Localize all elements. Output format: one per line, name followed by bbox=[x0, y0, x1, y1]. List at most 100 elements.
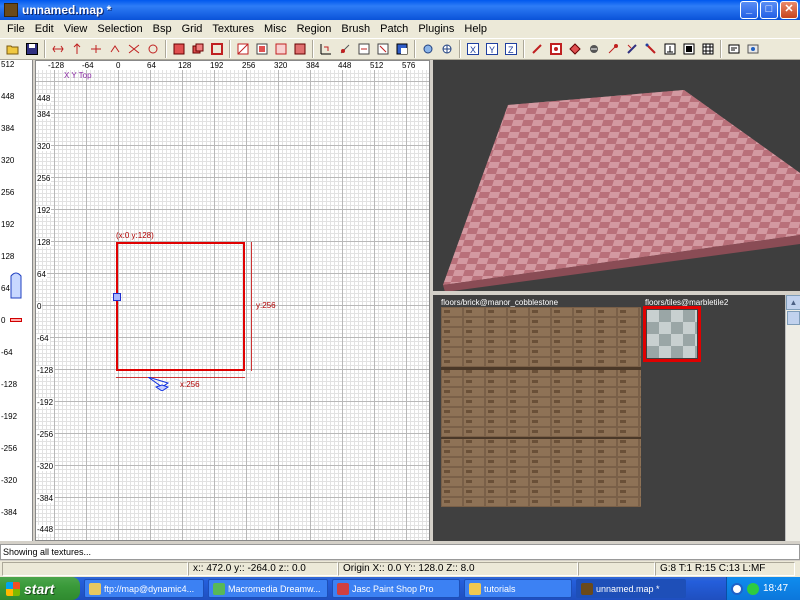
menu-grid[interactable]: Grid bbox=[177, 23, 208, 35]
title-bar[interactable]: unnamed.map * _ □ ✕ bbox=[0, 0, 800, 20]
drag-edges-icon[interactable] bbox=[642, 40, 660, 58]
brush-width-dimension-line bbox=[116, 377, 245, 378]
view-label: X Y Top bbox=[64, 71, 92, 80]
csg-subtract-icon[interactable] bbox=[170, 40, 188, 58]
menu-textures[interactable]: Textures bbox=[207, 23, 259, 35]
cap-patch-icon[interactable] bbox=[604, 40, 622, 58]
grid-tick: 0 bbox=[36, 302, 43, 311]
menu-view[interactable]: View bbox=[59, 23, 93, 35]
console-info-line: Showing all textures... bbox=[0, 544, 800, 560]
menu-patch[interactable]: Patch bbox=[375, 23, 413, 35]
ruler-tick: -256 bbox=[1, 444, 18, 453]
grid-tick: 192 bbox=[36, 206, 52, 215]
clock[interactable]: 18:47 bbox=[763, 583, 788, 594]
ruler-tick: 448 bbox=[338, 61, 352, 70]
grid-tick: -448 bbox=[36, 525, 55, 534]
save-icon[interactable] bbox=[23, 40, 41, 58]
select-touching-tall-icon[interactable] bbox=[547, 40, 565, 58]
open-icon[interactable] bbox=[4, 40, 22, 58]
csg-merge-icon[interactable] bbox=[189, 40, 207, 58]
menu-help[interactable]: Help bbox=[459, 23, 492, 35]
close-button[interactable]: ✕ bbox=[780, 1, 798, 19]
toolbar-separator bbox=[720, 40, 722, 58]
xy-top-view[interactable]: -128 -64 0 64 128 192 256 320 384 448 51… bbox=[35, 60, 430, 541]
taskbar-button-tutorials[interactable]: tutorials bbox=[464, 579, 572, 598]
rotate-z-icon[interactable] bbox=[144, 40, 162, 58]
camera-3d-view[interactable] bbox=[433, 60, 800, 291]
scale-texture-icon[interactable] bbox=[374, 40, 392, 58]
select-complete-tall-icon[interactable] bbox=[528, 40, 546, 58]
menu-selection[interactable]: Selection bbox=[92, 23, 147, 35]
minimize-button[interactable]: _ bbox=[740, 1, 758, 19]
view-y-button[interactable]: Y bbox=[483, 40, 501, 58]
flip-z-icon[interactable] bbox=[125, 40, 143, 58]
toggle-view-icon[interactable] bbox=[393, 40, 411, 58]
drag-vertices-icon[interactable] bbox=[661, 40, 679, 58]
menu-misc[interactable]: Misc bbox=[259, 23, 292, 35]
grid-tick: 384 bbox=[36, 110, 52, 119]
start-button[interactable]: start bbox=[0, 577, 80, 600]
toolbar-separator bbox=[459, 40, 461, 58]
hollow-icon[interactable] bbox=[208, 40, 226, 58]
rotate-x-icon[interactable] bbox=[68, 40, 86, 58]
toolbar-separator bbox=[165, 40, 167, 58]
texture-thumb-marbletile[interactable] bbox=[643, 306, 701, 362]
brush-grid-icon[interactable] bbox=[272, 40, 290, 58]
clip-tool-icon[interactable] bbox=[623, 40, 641, 58]
select-touching-icon[interactable] bbox=[291, 40, 309, 58]
app-icon[interactable] bbox=[4, 3, 18, 17]
scroll-thumb[interactable] bbox=[787, 311, 800, 325]
rotate-y-icon[interactable] bbox=[106, 40, 124, 58]
taskbar-button-dreamweaver[interactable]: Macromedia Dreamw... bbox=[208, 579, 328, 598]
menu-file[interactable]: File bbox=[2, 23, 30, 35]
show-entities-icon[interactable] bbox=[725, 40, 743, 58]
select-partial-tall-icon[interactable] bbox=[566, 40, 584, 58]
z-view-ruler[interactable]: 512 448 384 320 256 192 128 64 0 -64 -12… bbox=[0, 60, 33, 541]
taskbar-button-ftp[interactable]: ftp://map@dynamic4... bbox=[84, 579, 204, 598]
view-x-button[interactable]: X bbox=[464, 40, 482, 58]
camera-icon[interactable] bbox=[148, 377, 170, 391]
window-title: unnamed.map * bbox=[22, 3, 112, 17]
menu-bsp[interactable]: Bsp bbox=[148, 23, 177, 35]
scroll-up-arrow-icon[interactable]: ▲ bbox=[786, 295, 800, 310]
menu-plugins[interactable]: Plugins bbox=[413, 23, 459, 35]
change-views-icon[interactable] bbox=[317, 40, 335, 58]
status-grid-info: G:8 T:1 R:15 C:13 L:MF bbox=[655, 562, 795, 576]
grid-tick: -320 bbox=[36, 462, 55, 471]
entity-origin-marker[interactable] bbox=[113, 293, 121, 301]
plugin-icon[interactable] bbox=[744, 40, 762, 58]
flip-x-icon[interactable] bbox=[49, 40, 67, 58]
texture-thumb-cobblestone[interactable] bbox=[441, 307, 641, 507]
menu-region[interactable]: Region bbox=[292, 23, 337, 35]
toolbar-separator bbox=[523, 40, 525, 58]
taskbar-button-label: Macromedia Dreamw... bbox=[228, 583, 321, 594]
selected-brush[interactable] bbox=[116, 242, 245, 371]
menu-edit[interactable]: Edit bbox=[30, 23, 59, 35]
clipper-icon[interactable] bbox=[234, 40, 252, 58]
ruler-tick: 0 bbox=[116, 61, 121, 70]
view-z-button[interactable]: Z bbox=[502, 40, 520, 58]
tray-app-icon[interactable] bbox=[747, 582, 759, 595]
texture-browser[interactable]: floors/brick@manor_cobblestone floors/ti… bbox=[433, 295, 785, 541]
ruler-tick: 128 bbox=[1, 252, 15, 261]
patch-wireframe-icon[interactable] bbox=[699, 40, 717, 58]
window-controls: _ □ ✕ bbox=[740, 1, 798, 19]
flip-y-icon[interactable] bbox=[87, 40, 105, 58]
camera-move-icon[interactable] bbox=[438, 40, 456, 58]
ruler-tick: 512 bbox=[1, 60, 15, 69]
shift-texture-icon[interactable] bbox=[355, 40, 373, 58]
texture-browser-scrollbar[interactable]: ▲ bbox=[785, 295, 800, 541]
texture-lock-icon[interactable] bbox=[336, 40, 354, 58]
menu-brush[interactable]: Brush bbox=[336, 23, 375, 35]
network-icon[interactable] bbox=[731, 582, 743, 595]
camera-rotate-icon[interactable] bbox=[419, 40, 437, 58]
toolbar-separator bbox=[229, 40, 231, 58]
select-inside-icon[interactable] bbox=[585, 40, 603, 58]
patch-inspector-icon[interactable] bbox=[680, 40, 698, 58]
maximize-button[interactable]: □ bbox=[760, 1, 778, 19]
taskbar-button-paintshop[interactable]: Jasc Paint Shop Pro bbox=[332, 579, 460, 598]
taskbar-button-radiant[interactable]: unnamed.map * bbox=[576, 579, 686, 598]
grid-tick: -64 bbox=[36, 334, 50, 343]
csg-icon[interactable] bbox=[253, 40, 271, 58]
toolbar-separator bbox=[312, 40, 314, 58]
